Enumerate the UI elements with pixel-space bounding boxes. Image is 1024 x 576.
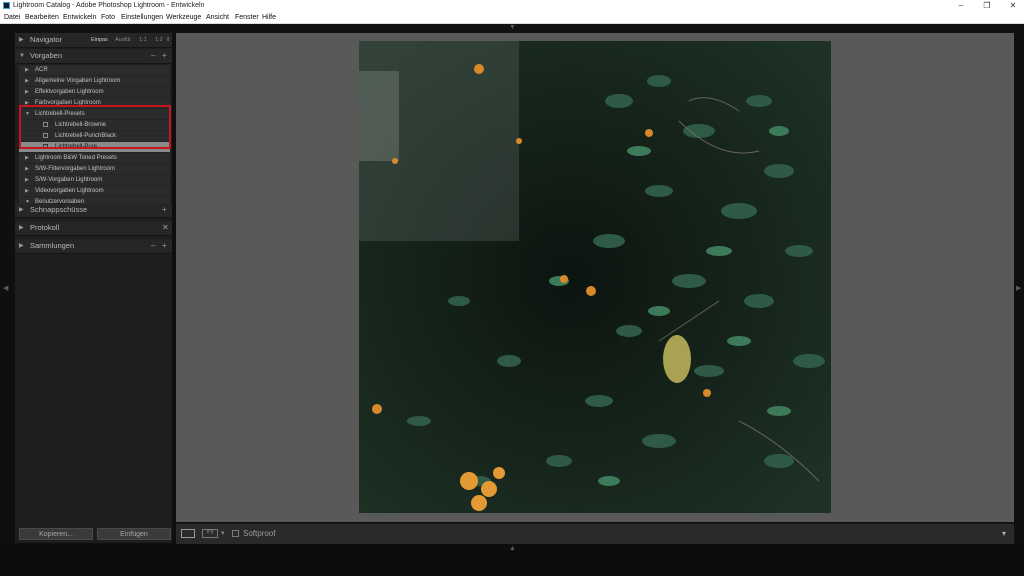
expand-arrow-icon: ▶: [25, 177, 29, 183]
snapshots-header[interactable]: ▶ Schnappschüsse +: [15, 203, 172, 218]
history-label: Protokoll: [30, 223, 60, 232]
preset-folder-effekt[interactable]: ▶ Effektvorgaben Lightroom: [19, 87, 170, 98]
snapshots-label: Schnappschüsse: [30, 205, 88, 214]
preset-folder-bw-toned[interactable]: ▶ Lightroom B&W Toned Presets: [19, 153, 170, 164]
bottom-panel-strip[interactable]: ▲: [0, 544, 1024, 576]
clear-history-button[interactable]: ✕: [162, 221, 169, 235]
bottom-panel-toggle-icon[interactable]: ▲: [509, 545, 516, 552]
remove-collection-button[interactable]: –: [151, 239, 155, 253]
top-panel-strip[interactable]: ▼: [0, 24, 1024, 33]
zoom-fit[interactable]: Einpas: [91, 33, 108, 47]
expand-arrow-icon: ▶: [19, 225, 24, 231]
add-snapshot-button[interactable]: +: [162, 203, 167, 217]
expand-arrow-icon: ▶: [25, 78, 29, 84]
collapse-arrow-icon: ▼: [19, 53, 25, 59]
develop-toolbar: YY ▾ Softproof ▾: [176, 523, 1014, 544]
expand-arrow-icon: ▶: [25, 188, 29, 194]
copy-settings-button[interactable]: Kopieren...: [19, 528, 93, 540]
expand-arrow-icon: ▶: [19, 37, 24, 43]
remove-preset-button[interactable]: –: [151, 49, 155, 63]
collections-label: Sammlungen: [30, 241, 75, 250]
preset-folder-label: Allgemeine Vorgaben Lightroom: [35, 78, 121, 84]
menu-einstellungen[interactable]: Einstellungen: [121, 12, 163, 23]
zoom-fill[interactable]: Ausfül: [115, 33, 130, 47]
right-panel-toggle-icon[interactable]: ▶: [1016, 284, 1021, 292]
expand-arrow-icon: ▶: [19, 207, 24, 213]
menu-foto[interactable]: Foto: [101, 12, 115, 23]
menu-datei[interactable]: Datei: [4, 12, 20, 23]
preset-folder-label: S/W-Vorgaben Lightroom: [35, 177, 103, 183]
menu-fenster[interactable]: Fenster: [235, 12, 259, 23]
preset-folder-sw-filter[interactable]: ▶ S/W-Filtervorgaben Lightroom: [19, 164, 170, 175]
paste-settings-button[interactable]: Einfügen: [97, 528, 171, 540]
navigator-header[interactable]: ▶ Navigator Einpas Ausfül 1:1 1:2 ⇕: [15, 33, 172, 48]
photo-foliage[interactable]: [359, 41, 831, 513]
expand-arrow-icon: ▶: [19, 243, 24, 249]
loupe-view-icon[interactable]: [181, 529, 195, 538]
preset-folder-label: S/W-Filtervorgaben Lightroom: [35, 166, 115, 172]
maximize-button[interactable]: ❐: [977, 0, 997, 12]
zoom-1-1[interactable]: 1:1: [139, 33, 147, 47]
menu-entwickeln[interactable]: Entwickeln: [63, 12, 96, 23]
left-panel-toggle-icon[interactable]: ◀: [3, 284, 8, 292]
preset-folder-label: Videovorgaben Lightroom: [35, 188, 104, 194]
presets-highlight-box: [19, 105, 171, 149]
presets-header[interactable]: ▼ Vorgaben – +: [15, 49, 172, 64]
photo-image: [359, 41, 831, 513]
toolbar-menu-icon[interactable]: ▾: [1002, 529, 1006, 538]
menu-bearbeiten[interactable]: Bearbeiten: [25, 12, 59, 23]
softproof-label: Softproof: [243, 529, 276, 538]
close-button[interactable]: ✕: [1003, 0, 1023, 12]
preset-folder-allgemeine[interactable]: ▶ Allgemeine Vorgaben Lightroom: [19, 76, 170, 87]
expand-arrow-icon: ▶: [25, 89, 29, 95]
menu-ansicht[interactable]: Ansicht: [206, 12, 229, 23]
minimize-button[interactable]: –: [951, 0, 971, 12]
menu-werkzeuge[interactable]: Werkzeuge: [166, 12, 201, 23]
preset-folder-sw[interactable]: ▶ S/W-Vorgaben Lightroom: [19, 175, 170, 186]
window-title: Lightroom Catalog - Adobe Photoshop Ligh…: [13, 2, 205, 9]
add-collection-button[interactable]: +: [162, 239, 167, 253]
navigator-label: Navigator: [30, 35, 63, 44]
menu-bar: Datei Bearbeiten Entwickeln Foto Einstel…: [0, 12, 1024, 24]
menu-hilfe[interactable]: Hilfe: [262, 12, 276, 23]
history-header[interactable]: ▶ Protokoll ✕: [15, 221, 172, 236]
preset-folder-label: Effektvorgaben Lightroom: [35, 89, 104, 95]
preset-folder-acr[interactable]: ▶ ACR: [19, 65, 170, 76]
title-bar: Lightroom Catalog - Adobe Photoshop Ligh…: [0, 0, 1024, 12]
collections-header[interactable]: ▶ Sammlungen – +: [15, 239, 172, 254]
zoom-more-icon[interactable]: ⇕: [166, 33, 171, 47]
preset-folder-label: Lightroom B&W Toned Presets: [35, 155, 117, 161]
expand-arrow-icon: ▶: [25, 166, 29, 172]
preset-folder-label: ACR: [35, 67, 48, 73]
expand-arrow-icon: ▶: [25, 67, 29, 73]
view-options-dropdown-icon[interactable]: ▾: [221, 529, 225, 537]
presets-label: Vorgaben: [30, 51, 63, 60]
expand-arrow-icon: ▶: [25, 155, 29, 161]
preset-folder-video[interactable]: ▶ Videovorgaben Lightroom: [19, 186, 170, 197]
image-view[interactable]: [176, 33, 1014, 522]
zoom-1-2[interactable]: 1:2: [155, 33, 163, 47]
lightroom-app-icon: [3, 2, 10, 9]
top-panel-toggle-icon[interactable]: ▼: [509, 24, 516, 31]
softproof-checkbox[interactable]: [232, 530, 239, 537]
add-preset-button[interactable]: +: [162, 49, 167, 63]
before-after-view-icon[interactable]: YY: [202, 529, 218, 538]
